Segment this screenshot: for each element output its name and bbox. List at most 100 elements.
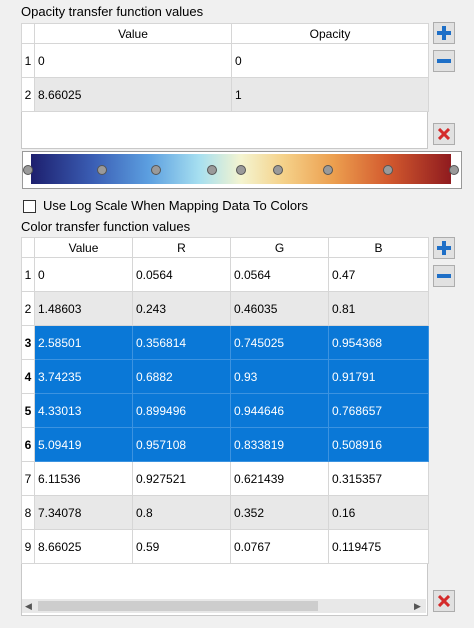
color-section-title: Color transfer function values bbox=[21, 219, 191, 234]
color-map-knot[interactable] bbox=[449, 165, 459, 175]
color-r-cell[interactable]: 0.243 bbox=[132, 291, 231, 326]
color-g-cell[interactable]: 0.93 bbox=[230, 359, 329, 394]
color-value-cell[interactable]: 0 bbox=[34, 257, 133, 292]
color-g-cell[interactable]: 0.46035 bbox=[230, 291, 329, 326]
row-header[interactable]: 2 bbox=[21, 291, 35, 326]
x-icon bbox=[438, 595, 450, 607]
opacity-add-button[interactable] bbox=[433, 22, 455, 44]
row-header[interactable]: 5 bbox=[21, 393, 35, 428]
color-table: Value R G B 1 0 0.0564 0.0564 0.47 2 1.4… bbox=[21, 237, 429, 564]
color-remove-button[interactable] bbox=[433, 265, 455, 287]
opacity-table-corner bbox=[21, 23, 35, 44]
color-r-cell[interactable]: 0.356814 bbox=[132, 325, 231, 360]
color-col-r-header[interactable]: R bbox=[132, 237, 231, 258]
color-value-cell[interactable]: 2.58501 bbox=[34, 325, 133, 360]
color-g-cell[interactable]: 0.621439 bbox=[230, 461, 329, 496]
color-b-cell[interactable]: 0.508916 bbox=[328, 427, 429, 462]
plus-icon bbox=[437, 241, 451, 255]
scroll-left-arrow-icon[interactable]: ◀ bbox=[25, 601, 33, 611]
color-map-knot[interactable] bbox=[236, 165, 246, 175]
table-row[interactable]: 3 2.58501 0.356814 0.745025 0.954368 bbox=[21, 325, 429, 360]
opacity-value-cell[interactable]: 8.66025 bbox=[34, 77, 232, 112]
color-map-knot[interactable] bbox=[273, 165, 283, 175]
table-row[interactable]: 7 6.11536 0.927521 0.621439 0.315357 bbox=[21, 461, 429, 496]
color-value-cell[interactable]: 8.66025 bbox=[34, 529, 133, 564]
color-b-cell[interactable]: 0.16 bbox=[328, 495, 429, 530]
color-map-editor[interactable] bbox=[22, 151, 462, 189]
row-header[interactable]: 6 bbox=[21, 427, 35, 462]
table-row[interactable]: 1 0 0 bbox=[21, 43, 429, 78]
color-b-cell[interactable]: 0.315357 bbox=[328, 461, 429, 496]
color-value-cell[interactable]: 4.33013 bbox=[34, 393, 133, 428]
color-r-cell[interactable]: 0.957108 bbox=[132, 427, 231, 462]
row-header[interactable]: 2 bbox=[21, 77, 35, 112]
scroll-right-arrow-icon[interactable]: ▶ bbox=[414, 601, 422, 611]
minus-icon bbox=[437, 274, 451, 278]
table-row[interactable]: 5 4.33013 0.899496 0.944646 0.768657 bbox=[21, 393, 429, 428]
color-r-cell[interactable]: 0.59 bbox=[132, 529, 231, 564]
row-header[interactable]: 3 bbox=[21, 325, 35, 360]
color-delete-button[interactable] bbox=[433, 590, 455, 612]
table-row[interactable]: 9 8.66025 0.59 0.0767 0.119475 bbox=[21, 529, 429, 564]
opacity-remove-button[interactable] bbox=[433, 50, 455, 72]
table-row[interactable]: 8 7.34078 0.8 0.352 0.16 bbox=[21, 495, 429, 530]
color-map-knot[interactable] bbox=[97, 165, 107, 175]
log-scale-checkbox[interactable] bbox=[23, 200, 36, 213]
row-header[interactable]: 4 bbox=[21, 359, 35, 394]
color-table-hscrollbar[interactable]: ◀ ▶ bbox=[22, 599, 426, 613]
color-b-cell[interactable]: 0.954368 bbox=[328, 325, 429, 360]
row-header[interactable]: 1 bbox=[21, 257, 35, 292]
table-row[interactable]: 6 5.09419 0.957108 0.833819 0.508916 bbox=[21, 427, 429, 462]
color-b-cell[interactable]: 0.81 bbox=[328, 291, 429, 326]
opacity-table: Value Opacity 1 0 0 2 8.66025 1 bbox=[21, 23, 429, 112]
color-map-knot[interactable] bbox=[23, 165, 33, 175]
scrollbar-thumb[interactable] bbox=[38, 601, 318, 611]
color-g-cell[interactable]: 0.833819 bbox=[230, 427, 329, 462]
color-value-cell[interactable]: 7.34078 bbox=[34, 495, 133, 530]
color-col-b-header[interactable]: B bbox=[328, 237, 429, 258]
color-add-button[interactable] bbox=[433, 237, 455, 259]
color-value-cell[interactable]: 1.48603 bbox=[34, 291, 133, 326]
opacity-delete-button[interactable] bbox=[433, 123, 455, 145]
color-b-cell[interactable]: 0.768657 bbox=[328, 393, 429, 428]
opacity-col-value-header[interactable]: Value bbox=[34, 23, 232, 44]
opacity-value-cell[interactable]: 0 bbox=[34, 43, 232, 78]
color-r-cell[interactable]: 0.6882 bbox=[132, 359, 231, 394]
color-g-cell[interactable]: 0.0767 bbox=[230, 529, 329, 564]
color-g-cell[interactable]: 0.745025 bbox=[230, 325, 329, 360]
color-r-cell[interactable]: 0.927521 bbox=[132, 461, 231, 496]
log-scale-label: Use Log Scale When Mapping Data To Color… bbox=[43, 198, 308, 213]
opacity-opacity-cell[interactable]: 1 bbox=[231, 77, 429, 112]
color-r-cell[interactable]: 0.8 bbox=[132, 495, 231, 530]
color-b-cell[interactable]: 0.119475 bbox=[328, 529, 429, 564]
color-r-cell[interactable]: 0.0564 bbox=[132, 257, 231, 292]
color-g-cell[interactable]: 0.944646 bbox=[230, 393, 329, 428]
row-header[interactable]: 1 bbox=[21, 43, 35, 78]
color-g-cell[interactable]: 0.0564 bbox=[230, 257, 329, 292]
color-col-g-header[interactable]: G bbox=[230, 237, 329, 258]
opacity-col-opacity-header[interactable]: Opacity bbox=[231, 23, 429, 44]
x-icon bbox=[438, 128, 450, 140]
row-header[interactable]: 9 bbox=[21, 529, 35, 564]
table-row[interactable]: 2 8.66025 1 bbox=[21, 77, 429, 112]
table-row[interactable]: 4 3.74235 0.6882 0.93 0.91791 bbox=[21, 359, 429, 394]
color-value-cell[interactable]: 5.09419 bbox=[34, 427, 133, 462]
color-b-cell[interactable]: 0.91791 bbox=[328, 359, 429, 394]
color-map-knot[interactable] bbox=[323, 165, 333, 175]
row-header[interactable]: 7 bbox=[21, 461, 35, 496]
color-col-value-header[interactable]: Value bbox=[34, 237, 133, 258]
color-r-cell[interactable]: 0.899496 bbox=[132, 393, 231, 428]
color-value-cell[interactable]: 3.74235 bbox=[34, 359, 133, 394]
color-map-knot[interactable] bbox=[383, 165, 393, 175]
color-g-cell[interactable]: 0.352 bbox=[230, 495, 329, 530]
color-b-cell[interactable]: 0.47 bbox=[328, 257, 429, 292]
color-map-knot[interactable] bbox=[207, 165, 217, 175]
color-map-knot[interactable] bbox=[151, 165, 161, 175]
opacity-opacity-cell[interactable]: 0 bbox=[231, 43, 429, 78]
row-header[interactable]: 8 bbox=[21, 495, 35, 530]
table-row[interactable]: 1 0 0.0564 0.0564 0.47 bbox=[21, 257, 429, 292]
color-value-cell[interactable]: 6.11536 bbox=[34, 461, 133, 496]
table-row[interactable]: 2 1.48603 0.243 0.46035 0.81 bbox=[21, 291, 429, 326]
color-table-corner bbox=[21, 237, 35, 258]
opacity-section-title: Opacity transfer function values bbox=[21, 4, 204, 19]
